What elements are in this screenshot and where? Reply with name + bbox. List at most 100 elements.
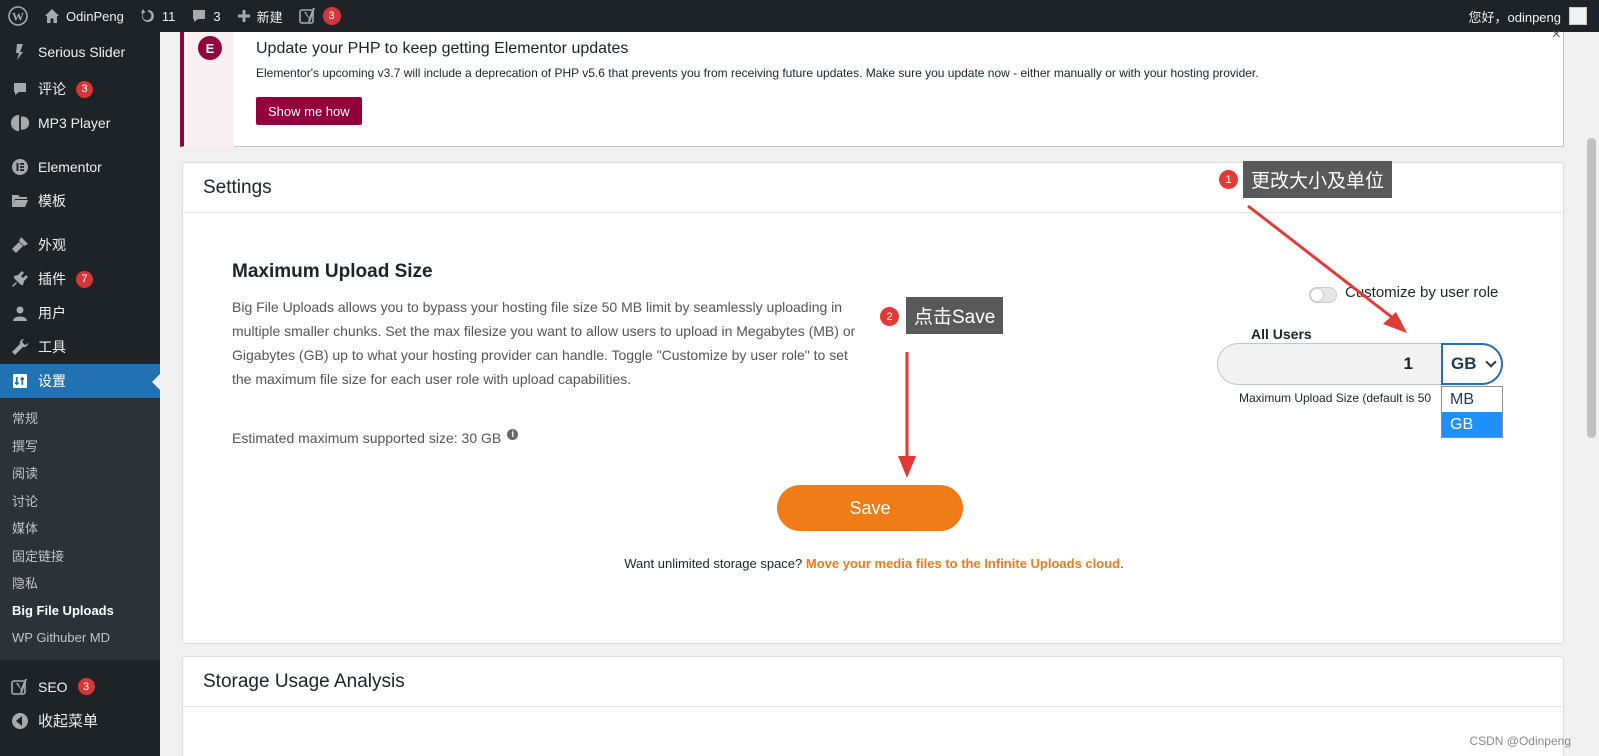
- sidebar-item-plugins[interactable]: 插件 7: [0, 262, 160, 296]
- notice-title: Update your PHP to keep getting Elemento…: [256, 40, 629, 57]
- annotation-marker-1: 1: [1219, 170, 1238, 189]
- sidebar-item-templates[interactable]: 模板: [0, 184, 160, 218]
- wrench-icon: [10, 337, 30, 357]
- sidebar-item-seo[interactable]: SEO 3: [0, 670, 160, 704]
- my-account-menu[interactable]: 您好，odinpeng: [1469, 0, 1587, 32]
- comments-link[interactable]: 3: [183, 0, 228, 32]
- refresh-icon: [140, 9, 154, 22]
- submenu-writing[interactable]: 撰写: [0, 432, 160, 460]
- annotation-marker-2: 2: [880, 307, 899, 326]
- yoast-icon: [298, 8, 315, 24]
- sidebar-item-label: 设置: [38, 373, 66, 389]
- settings-card: Settings Maximum Upload Size Big File Up…: [182, 162, 1564, 644]
- sidebar-item-users[interactable]: 用户: [0, 296, 160, 330]
- comment-icon: [10, 79, 30, 99]
- new-content-link[interactable]: 新建: [229, 0, 291, 32]
- sidebar-item-mp3-player[interactable]: MP3 Player: [0, 106, 160, 140]
- unit-select[interactable]: GB: [1441, 343, 1503, 385]
- sidebar-item-label: Serious Slider: [38, 44, 126, 60]
- mp3-icon: [10, 113, 30, 133]
- sidebar-item-label: 模板: [38, 193, 66, 209]
- chevron-down-icon: [1484, 356, 1497, 368]
- sidebar-item-appearance[interactable]: 外观: [0, 228, 160, 262]
- submenu-permalinks[interactable]: 固定链接: [0, 542, 160, 570]
- brush-icon: [10, 235, 30, 255]
- elementor-php-notice: E Update your PHP to keep getting Elemen…: [180, 26, 1564, 147]
- sidebar-item-label: MP3 Player: [38, 115, 111, 131]
- admin-sidebar: Serious Slider 评论 3 MP3 Player Elementor…: [0, 32, 160, 756]
- sidebar-item-label: Elementor: [38, 159, 102, 175]
- collapse-icon: [10, 711, 30, 731]
- show-me-how-button[interactable]: Show me how: [256, 97, 362, 125]
- comments-badge: 3: [76, 80, 93, 98]
- wordpress-logo-menu[interactable]: W: [0, 0, 36, 32]
- new-label: 新建: [256, 9, 283, 25]
- annotation-label-2: 点击Save: [906, 297, 1004, 334]
- all-users-label: All Users: [1251, 326, 1312, 342]
- plugins-badge: 7: [76, 270, 93, 288]
- promo-end: .: [1120, 556, 1124, 571]
- updates-count: 11: [161, 8, 176, 24]
- sidebar-item-serious-slider[interactable]: Serious Slider: [0, 32, 160, 72]
- upload-size-input[interactable]: 1: [1217, 343, 1441, 385]
- comments-count: 3: [213, 8, 221, 24]
- submenu-general[interactable]: 常规: [0, 404, 160, 432]
- promo-text: Want unlimited storage space?: [624, 556, 806, 571]
- slider-icon: [10, 42, 30, 62]
- comment-bubble-icon: [193, 10, 206, 22]
- customize-by-role-label: Customize by user role: [1345, 284, 1499, 301]
- scrollbar-thumb[interactable]: [1587, 138, 1596, 438]
- updates-link[interactable]: 11: [132, 0, 184, 32]
- submenu-wp-githuber-md[interactable]: WP Githuber MD: [0, 624, 160, 652]
- submenu-media[interactable]: 媒体: [0, 514, 160, 542]
- submenu-privacy[interactable]: 隐私: [0, 569, 160, 597]
- admin-bar: W OdinPeng 11 3 新建 3 您好，odinpeng: [0, 0, 1599, 32]
- collapse-menu-button[interactable]: 收起菜单: [0, 704, 160, 738]
- plugin-icon: [10, 269, 30, 289]
- seo-badge: 3: [77, 678, 95, 695]
- dismiss-notice-icon[interactable]: ×: [1552, 26, 1561, 44]
- sidebar-item-elementor[interactable]: Elementor: [0, 150, 160, 184]
- max-upload-size-title: Maximum Upload Size: [232, 261, 433, 282]
- notice-text: Elementor's upcoming v3.7 will include a…: [256, 66, 1259, 80]
- avatar: [1569, 7, 1587, 25]
- infinite-uploads-link[interactable]: Move your media files to the Infinite Up…: [806, 556, 1120, 571]
- collapse-label: 收起菜单: [38, 713, 99, 730]
- settings-icon: [10, 371, 30, 391]
- yoast-icon: [10, 677, 30, 697]
- submenu-big-file-uploads[interactable]: Big File Uploads: [0, 597, 160, 625]
- unit-selected-value: GB: [1451, 354, 1477, 373]
- watermark: CSDN @Odinpeng: [1469, 734, 1571, 748]
- storage-promo: Want unlimited storage space? Move your …: [183, 556, 1565, 571]
- storage-usage-card: Storage Usage Analysis: [182, 656, 1564, 756]
- sidebar-item-label: SEO: [38, 678, 68, 695]
- page-scrollbar[interactable]: [1584, 32, 1599, 756]
- sidebar-item-comments[interactable]: 评论 3: [0, 72, 160, 106]
- folder-icon: [10, 191, 30, 211]
- plus-icon: [237, 10, 250, 22]
- sidebar-item-label: 外观: [38, 237, 66, 253]
- site-name: OdinPeng: [66, 8, 124, 24]
- unit-option-gb[interactable]: GB: [1442, 412, 1502, 437]
- user-icon: [10, 303, 30, 323]
- customize-by-role-toggle[interactable]: [1309, 287, 1337, 303]
- sidebar-item-label: 插件: [38, 271, 66, 287]
- max-upload-size-description: Big File Uploads allows you to bypass yo…: [232, 299, 856, 387]
- annotation-label-1: 更改大小及单位: [1243, 161, 1393, 198]
- storage-usage-heading: Storage Usage Analysis: [183, 657, 1563, 707]
- save-button[interactable]: Save: [777, 485, 963, 531]
- sidebar-item-label: 工具: [38, 339, 66, 355]
- unit-dropdown-list: MB GB: [1441, 386, 1503, 438]
- submenu-reading[interactable]: 阅读: [0, 459, 160, 487]
- sidebar-item-settings[interactable]: 设置: [0, 364, 160, 398]
- estimated-size-text: Estimated maximum supported size: 30 GB: [232, 430, 502, 446]
- unit-option-mb[interactable]: MB: [1442, 387, 1502, 412]
- wordpress-icon: W: [8, 6, 28, 26]
- sidebar-item-tools[interactable]: 工具: [0, 330, 160, 364]
- sidebar-item-label: 用户: [38, 305, 66, 321]
- yoast-seo-link[interactable]: 3: [291, 0, 349, 32]
- info-icon[interactable]: i: [507, 428, 519, 440]
- home-icon: [45, 9, 59, 23]
- site-name-link[interactable]: OdinPeng: [36, 0, 132, 32]
- submenu-discussion[interactable]: 讨论: [0, 487, 160, 515]
